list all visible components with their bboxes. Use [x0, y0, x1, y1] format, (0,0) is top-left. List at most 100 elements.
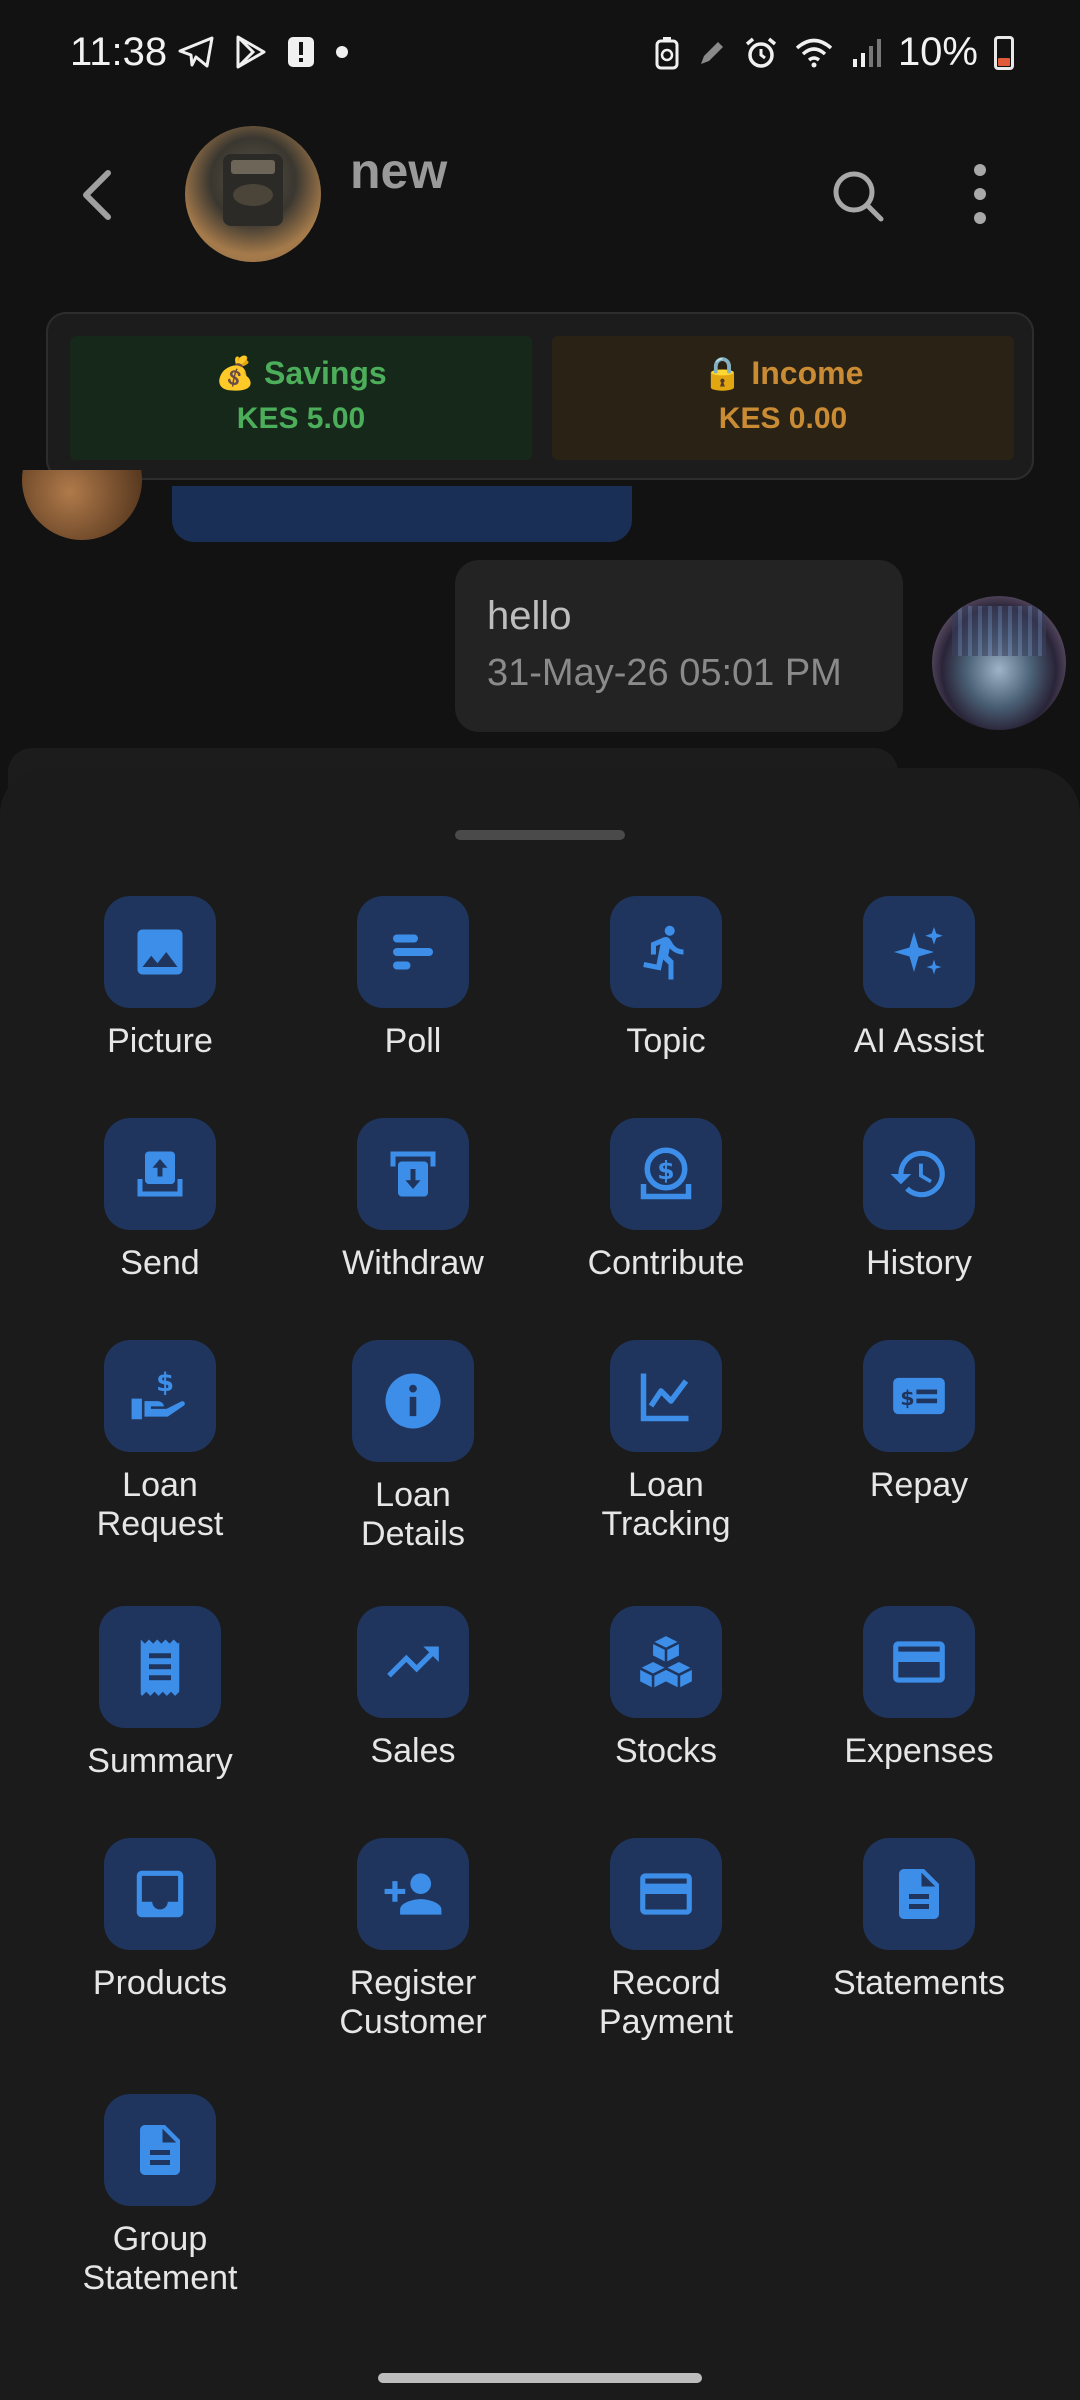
attachment-sheet: Picture Poll Topic AI Assist Send Withdr…	[0, 768, 1080, 2400]
action-loan-request[interactable]: $ Loan Request	[45, 1340, 275, 1544]
action-stocks[interactable]: Stocks	[551, 1606, 781, 1771]
credit-card-icon	[863, 1606, 975, 1718]
svg-text:$: $	[156, 1368, 174, 1398]
sparkle-icon	[863, 896, 975, 1008]
hand-dollar-icon: $	[104, 1340, 216, 1452]
action-label: Picture	[107, 1022, 213, 1060]
action-label: Record Payment	[598, 1964, 734, 2041]
action-ai-assist[interactable]: AI Assist	[804, 896, 1034, 1061]
line-chart-icon	[610, 1340, 722, 1452]
action-label: Topic	[626, 1022, 706, 1060]
action-contribute[interactable]: $ Contribute	[551, 1118, 781, 1283]
balance-card: 💰 Savings KES 5.00 🔒 Income KES 0.00	[46, 312, 1034, 480]
income-label: 🔒 Income	[702, 355, 864, 391]
savings-amount: KES 5.00	[236, 402, 366, 435]
status-system-icons: 10%	[654, 30, 1014, 75]
more-vert-icon[interactable]	[960, 160, 1000, 230]
trending-up-icon	[357, 1606, 469, 1718]
action-label: Statements	[833, 1964, 1005, 2002]
sender-avatar[interactable]	[22, 470, 142, 542]
action-loan-details[interactable]: Loan Details	[298, 1340, 528, 1554]
action-label: Products	[92, 1964, 228, 2002]
action-label: Loan Tracking	[601, 1466, 731, 1543]
status-time: 11:38	[70, 30, 168, 74]
action-products[interactable]: Products	[45, 1838, 275, 2003]
document-icon	[104, 2094, 216, 2206]
action-sales[interactable]: Sales	[298, 1606, 528, 1771]
action-label: AI Assist	[853, 1022, 985, 1060]
action-poll[interactable]: Poll	[298, 896, 528, 1061]
play-store-icon	[234, 34, 268, 70]
action-label: Loan Request	[96, 1466, 224, 1543]
running-icon	[610, 896, 722, 1008]
battery-icon	[994, 35, 1014, 70]
action-loan-tracking[interactable]: Loan Tracking	[551, 1340, 781, 1544]
action-label: Stocks	[614, 1732, 718, 1770]
action-label: Poll	[384, 1022, 442, 1060]
action-label: History	[866, 1244, 972, 1282]
action-label: Expenses	[844, 1732, 994, 1770]
action-register-customer[interactable]: Register Customer	[298, 1838, 528, 2042]
sheet-drag-handle[interactable]	[455, 830, 625, 840]
action-group-statement[interactable]: Group Statement	[45, 2094, 275, 2298]
action-send[interactable]: Send	[45, 1118, 275, 1283]
message-time: 31-May-26 05:01 PM	[487, 652, 842, 694]
action-label: Summary	[87, 1742, 233, 1780]
savings-balance[interactable]: 💰 Savings KES 5.00	[70, 336, 532, 460]
outgoing-message-bubble[interactable]: hello 31-May-26 05:01 PM	[455, 560, 903, 732]
action-withdraw[interactable]: Withdraw	[298, 1118, 528, 1283]
action-statements[interactable]: Statements	[804, 1838, 1034, 2003]
action-history[interactable]: History	[804, 1118, 1034, 1283]
user-avatar[interactable]	[932, 596, 1066, 730]
search-icon[interactable]	[830, 168, 886, 224]
signal-icon	[850, 37, 882, 69]
dot-icon	[334, 44, 350, 60]
boxes-icon	[610, 1606, 722, 1718]
poll-icon	[357, 896, 469, 1008]
chat-header: new	[0, 120, 1080, 270]
action-label: Group Statement	[82, 2220, 238, 2297]
action-label: Loan Details	[361, 1476, 465, 1553]
history-icon	[863, 1118, 975, 1230]
coin-dollar-icon: $	[610, 1118, 722, 1230]
message-text: hello	[487, 594, 572, 638]
action-expenses[interactable]: Expenses	[804, 1606, 1034, 1771]
alarm-icon	[744, 36, 778, 70]
gesture-nav-bar[interactable]	[378, 2373, 702, 2383]
action-label: Register Customer	[339, 1964, 487, 2041]
info-icon	[352, 1340, 474, 1462]
inbox-icon	[104, 1838, 216, 1950]
action-picture[interactable]: Picture	[45, 896, 275, 1061]
upload-tray-icon	[104, 1118, 216, 1230]
savings-label: 💰 Savings	[215, 355, 387, 391]
income-amount: KES 0.00	[718, 402, 848, 435]
wifi-icon	[794, 37, 834, 69]
battery-saver-icon	[654, 36, 680, 70]
income-balance[interactable]: 🔒 Income KES 0.00	[552, 336, 1014, 460]
svg-text:$: $	[657, 1156, 674, 1185]
receipt-icon	[99, 1606, 221, 1728]
action-label: Sales	[370, 1732, 456, 1770]
action-topic[interactable]: Topic	[551, 896, 781, 1061]
action-repay[interactable]: $ Repay	[804, 1340, 1034, 1505]
add-person-icon	[357, 1838, 469, 1950]
status-bar: 11:38 10%	[0, 0, 1080, 110]
telegram-icon	[178, 35, 216, 69]
action-label: Withdraw	[342, 1244, 484, 1282]
action-summary[interactable]: Summary	[45, 1606, 275, 1781]
back-arrow-icon[interactable]	[70, 165, 130, 225]
battery-percent: 10%	[897, 30, 978, 74]
download-tray-icon	[357, 1118, 469, 1230]
pen-icon	[696, 37, 728, 69]
alert-icon	[286, 35, 316, 69]
action-record-payment[interactable]: Record Payment	[551, 1838, 781, 2042]
svg-text:$: $	[900, 1386, 914, 1410]
action-label: Contribute	[587, 1244, 745, 1282]
incoming-message-bubble[interactable]	[172, 486, 632, 542]
credit-card-icon	[610, 1838, 722, 1950]
action-label: Repay	[869, 1466, 969, 1504]
chat-title[interactable]: new	[350, 142, 447, 200]
image-icon	[104, 896, 216, 1008]
group-avatar[interactable]	[185, 126, 321, 262]
status-notification-icons	[178, 34, 350, 70]
